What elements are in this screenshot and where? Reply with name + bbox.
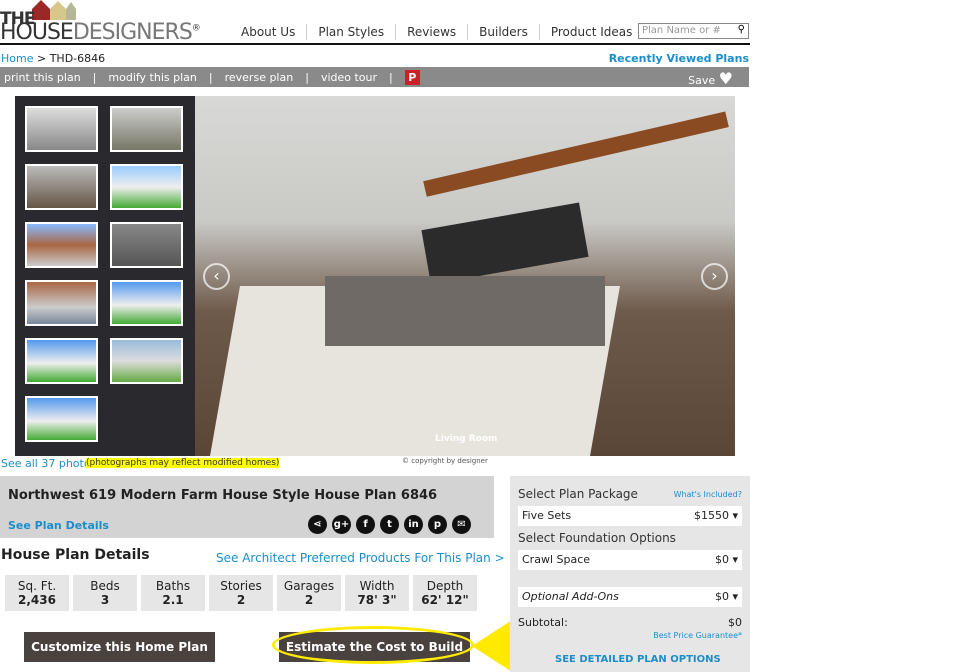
whats-included-link[interactable]: What's Included? xyxy=(674,490,742,499)
thumbnail[interactable] xyxy=(25,280,98,326)
nav-builders[interactable]: Builders xyxy=(467,24,539,40)
nav-about-us[interactable]: About Us xyxy=(230,24,306,40)
foundation-select[interactable]: Crawl Space $0 ▾ xyxy=(518,550,742,570)
thumbnail[interactable] xyxy=(110,338,183,384)
twitter-icon[interactable]: t xyxy=(380,515,399,534)
plan-package-panel: Select Plan Package What's Included? Fiv… xyxy=(510,476,750,672)
see-plan-details-link[interactable]: See Plan Details xyxy=(8,519,109,532)
reverse-plan-link[interactable]: reverse plan xyxy=(225,71,294,84)
heart-icon: ♥ xyxy=(718,69,733,88)
logo[interactable]: THE HOUSEDESIGNERS® xyxy=(0,0,201,45)
thumbnail[interactable] xyxy=(110,164,183,210)
thumbnail[interactable] xyxy=(110,280,183,326)
google-plus-icon[interactable]: g+ xyxy=(332,515,351,534)
best-price-link[interactable]: Best Price Guarantee* xyxy=(653,631,742,640)
thumbnail-strip xyxy=(15,96,195,456)
pinterest-share-icon[interactable]: p xyxy=(428,515,447,534)
subtotal-value: $0 xyxy=(728,616,742,629)
main-nav: About Us Plan Styles Reviews Builders Pr… xyxy=(230,24,643,40)
logo-houses-icon xyxy=(32,0,76,20)
stat-beds: Beds 3 xyxy=(73,575,137,611)
save-button[interactable]: Save ♥ xyxy=(688,69,733,88)
thumbnail[interactable] xyxy=(25,338,98,384)
main-photo[interactable]: ‹ › Living Room xyxy=(195,96,735,456)
foundation-label: Select Foundation Options xyxy=(518,531,676,545)
search-input[interactable]: Plan Name or # ⚲ xyxy=(638,23,749,39)
stat-baths: Baths 2.1 xyxy=(141,575,205,611)
plan-toolbar: print this plan | modify this plan | rever… xyxy=(0,67,749,88)
photo-couch xyxy=(325,276,605,346)
thumbnail[interactable] xyxy=(25,222,98,268)
linkedin-icon[interactable]: in xyxy=(404,515,423,534)
stat-width: Width 78' 3" xyxy=(345,575,409,611)
copyright-note: © copyright by designer xyxy=(402,457,488,465)
facebook-icon[interactable]: f xyxy=(356,515,375,534)
see-all-photos-link[interactable]: See all 37 photos xyxy=(1,457,96,470)
thumbnail[interactable] xyxy=(25,396,98,442)
highlight-arrow-icon xyxy=(472,620,512,672)
details-heading: House Plan Details xyxy=(1,547,150,563)
package-label: Select Plan Package xyxy=(518,487,638,501)
nav-reviews[interactable]: Reviews xyxy=(395,24,467,40)
highlight-ellipse xyxy=(272,626,474,664)
thumbnail[interactable] xyxy=(25,106,98,152)
stat-depth: Depth 62' 12" xyxy=(413,575,477,611)
nav-product-ideas[interactable]: Product Ideas xyxy=(538,24,644,40)
modify-plan-link[interactable]: modify this plan xyxy=(108,71,197,84)
thumbnail[interactable] xyxy=(110,222,183,268)
customize-plan-button[interactable]: Customize this Home Plan xyxy=(24,632,215,662)
header-divider xyxy=(0,43,750,45)
stat-stories: Stories 2 xyxy=(209,575,273,611)
stat-sqft: Sq. Ft. 2,436 xyxy=(5,575,69,611)
breadcrumb-home[interactable]: Home xyxy=(1,52,33,65)
recently-viewed-link[interactable]: Recently Viewed Plans xyxy=(609,52,749,65)
print-plan-link[interactable]: print this plan xyxy=(4,71,81,84)
photo-beam xyxy=(423,111,729,197)
addons-select[interactable]: Optional Add-Ons $0 ▾ xyxy=(518,587,742,607)
breadcrumb: Home > THD-6846 xyxy=(1,52,106,65)
detailed-options-link[interactable]: SEE DETAILED PLAN OPTIONS xyxy=(555,654,721,665)
search-icon[interactable]: ⚲ xyxy=(738,24,745,35)
next-photo-button[interactable]: › xyxy=(701,263,728,290)
previous-photo-button[interactable]: ‹ xyxy=(203,263,230,290)
package-select[interactable]: Five Sets $1550 ▾ xyxy=(518,506,742,526)
email-icon[interactable]: ✉ xyxy=(452,515,471,534)
nav-plan-styles[interactable]: Plan Styles xyxy=(306,24,395,40)
breadcrumb-current: THD-6846 xyxy=(49,52,106,65)
social-share: ⋖ g+ f t in p ✉ xyxy=(308,515,471,534)
video-tour-link[interactable]: video tour xyxy=(321,71,377,84)
architect-products-link[interactable]: See Architect Preferred Products For Thi… xyxy=(216,551,505,565)
plan-title: Northwest 619 Modern Farm House Style Ho… xyxy=(8,488,438,503)
search-placeholder: Plan Name or # xyxy=(642,25,721,36)
thumbnail[interactable] xyxy=(110,106,183,152)
thumbnail[interactable] xyxy=(25,164,98,210)
subtotal-label: Subtotal: xyxy=(518,616,568,629)
pinterest-icon[interactable]: P xyxy=(404,69,420,85)
plan-stats: Sq. Ft. 2,436 Beds 3 Baths 2.1 Stories 2 Gar… xyxy=(5,575,477,611)
stat-garages: Garages 2 xyxy=(277,575,341,611)
photo-sofa xyxy=(421,202,589,285)
photo-caption: Living Room xyxy=(435,434,498,444)
share-icon[interactable]: ⋖ xyxy=(308,515,327,534)
photo-disclaimer: (photographs may reflect modified homes) xyxy=(86,458,280,468)
